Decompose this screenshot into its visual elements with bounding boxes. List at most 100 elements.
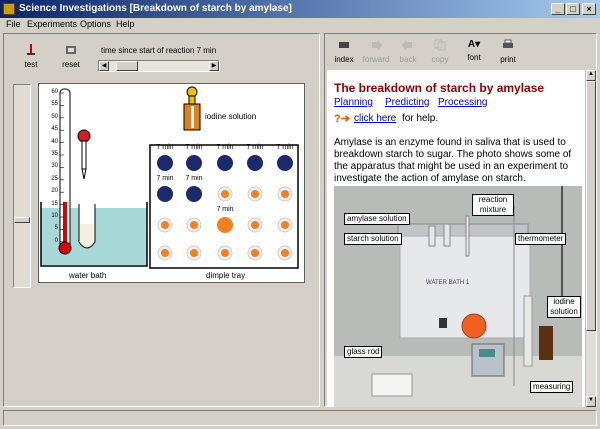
tray-well-orange [221, 249, 229, 257]
index-label: index [334, 55, 354, 64]
iodine-label: iodine solution [205, 112, 257, 121]
help-link[interactable]: click here [354, 113, 396, 124]
vertical-scrollbar[interactable]: ▲ ▼ [585, 70, 596, 407]
test-label: test [24, 60, 38, 69]
test-button[interactable]: test [16, 44, 46, 69]
tray-well-orange [161, 249, 169, 257]
close-button[interactable]: × [582, 3, 596, 15]
help-suffix: for help. [402, 113, 439, 124]
back-arrow-icon [402, 40, 412, 50]
tray-time-label: 7 min [185, 144, 203, 151]
temperature-slider-thumb[interactable] [14, 217, 30, 223]
print-button[interactable]: print [496, 39, 520, 64]
photo-iodine-bottle [539, 326, 553, 360]
help-question-icon: ?➔ [334, 113, 350, 125]
thermometer-tick-label: 20 [51, 188, 58, 195]
time-label: time since start of reaction 7 min [101, 46, 217, 55]
info-content: The breakdown of starch by amylase Plann… [327, 70, 585, 407]
menu-help[interactable]: Help [116, 19, 135, 29]
dimple-tray-label: dimple tray [206, 271, 246, 280]
tray-well-orange [161, 221, 169, 229]
thermometer-tick-label: 35 [51, 151, 58, 157]
menu-file[interactable]: File [6, 19, 21, 29]
tray-well-dark [157, 186, 173, 202]
photo-spotting-tile [371, 373, 413, 397]
maximize-button[interactable]: □ [566, 3, 580, 15]
tray-time-label: 7 min [156, 144, 174, 151]
thermometer-tick-label: 25 [51, 175, 58, 182]
dropper-bulb [77, 129, 91, 143]
reset-icon [66, 46, 76, 54]
tray-well-dark [157, 155, 173, 171]
label-amylase-solution: amylase solution [344, 213, 410, 225]
photo-water-bath-text: WATER BATH 1 [426, 280, 470, 286]
tray-well-orange [281, 249, 289, 257]
label-thermometer: thermometer [515, 233, 567, 245]
reset-button[interactable]: reset [58, 44, 84, 69]
menu-options[interactable]: Options [80, 19, 111, 29]
scroll-thumb[interactable] [586, 81, 596, 331]
status-bar [3, 410, 597, 426]
time-slider[interactable]: ◀ ▶ [98, 60, 220, 72]
experiment-area: iodine solution water bath dimple tray 7… [38, 83, 305, 283]
label-reaction-mixture: reaction mixture [472, 194, 514, 216]
slider-right-button[interactable]: ▶ [209, 61, 219, 71]
tray-well-orange [251, 249, 259, 257]
tray-time-label: 7 min [246, 144, 264, 151]
tray-well-orange [190, 221, 198, 229]
test-icon [27, 44, 35, 55]
thermometer-tick-label: 50 [51, 113, 58, 120]
slider-thumb[interactable] [116, 61, 138, 71]
tray-time-label: 7 min [216, 206, 234, 213]
link-processing[interactable]: Processing [438, 97, 487, 108]
tray-well-dark [277, 155, 293, 171]
back-label: back [399, 55, 417, 64]
photo-dial [461, 313, 487, 339]
link-predicting[interactable]: Predicting [385, 97, 429, 108]
copy-label: copy [431, 55, 449, 64]
tray-well-dark [186, 186, 202, 202]
thermometer-tick-label: 30 [51, 163, 58, 170]
label-iodine-solution: iodine solution [547, 296, 581, 318]
copy-button[interactable]: copy [428, 39, 452, 64]
temperature-slider[interactable] [13, 84, 31, 288]
thermometer-tick-label: 60 [51, 89, 58, 95]
apparatus-photo: WATER BATH 1 reaction mixture amylase so… [334, 186, 582, 407]
window-title: Science Investigations [Breakdown of sta… [19, 3, 292, 14]
thermometer-tick-label: 45 [51, 126, 58, 133]
tray-well-orange [281, 190, 289, 198]
thermometer-tick-label: 0 [54, 237, 58, 244]
label-glass-rod: glass rod [344, 346, 383, 358]
copy-icon [434, 39, 446, 51]
forward-label: forward [362, 55, 390, 64]
font-button[interactable]: A▾ font [462, 39, 486, 62]
forward-arrow-icon [372, 40, 382, 50]
page-heading: The breakdown of starch by amylase [334, 81, 545, 95]
label-measuring: measuring [530, 381, 574, 393]
tray-well-dark [217, 155, 233, 171]
reset-label: reset [62, 60, 80, 69]
index-button[interactable]: index [332, 39, 356, 64]
description-paragraph: Amylase is an enzyme found in saliva tha… [334, 137, 572, 184]
printer-icon [503, 39, 513, 48]
app-icon [3, 3, 15, 15]
tray-time-label: 7 min [276, 144, 294, 151]
thermometer-tick-label: 40 [51, 138, 58, 145]
slider-left-button[interactable]: ◀ [99, 61, 109, 71]
print-label: print [500, 55, 516, 64]
scroll-down-button[interactable]: ▼ [586, 396, 596, 407]
scroll-up-button[interactable]: ▲ [586, 70, 596, 81]
forward-button[interactable]: forward [360, 39, 392, 64]
water-bath-label: water bath [69, 271, 107, 280]
menu-experiments[interactable]: Experiments [27, 19, 77, 29]
minimize-button[interactable]: _ [551, 3, 565, 15]
link-planning[interactable]: Planning [334, 97, 373, 108]
menu-bar: File Experiments Options Help [0, 18, 600, 31]
tray-well-dark [186, 155, 202, 171]
thermometer-tick-label: 55 [51, 101, 58, 108]
thermometer-tick-label: 10 [51, 213, 58, 219]
back-button[interactable]: back [396, 39, 420, 64]
tray-time-label: 7 min [185, 175, 203, 182]
tray-well-orange [281, 221, 289, 229]
title-bar: Science Investigations [Breakdown of sta… [0, 0, 600, 18]
